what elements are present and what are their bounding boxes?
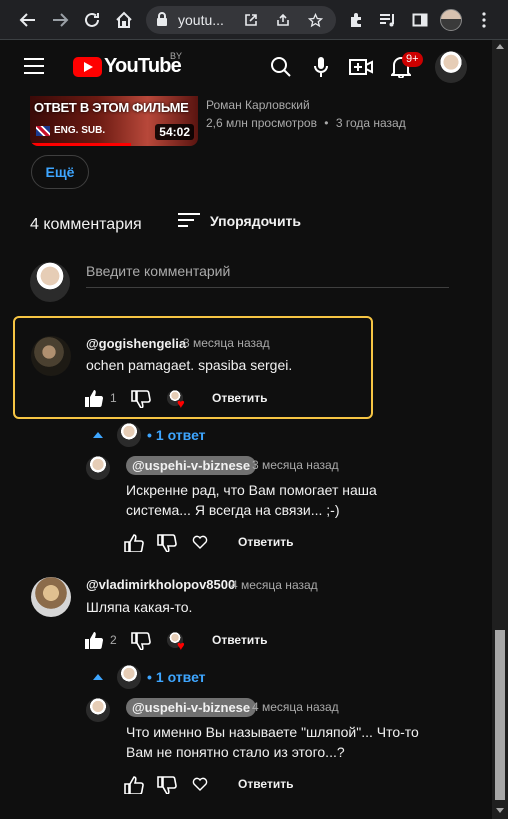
thumbnail-title: ОТВЕТ В ЭТОМ ФИЛЬМЕ [34,100,189,115]
show-more-button[interactable]: Ещё [31,155,89,189]
heart-outline-icon[interactable] [191,533,209,551]
video-channel-name[interactable]: Роман Карловский [206,98,310,112]
video-meta: 2,6 млн просмотров • 3 года назад [206,116,406,130]
comment-time[interactable]: 4 месяца назад [231,578,318,592]
commenter-avatar[interactable] [31,336,71,376]
reply-text-line-1: Искренне рад, что Вам помогает наша [126,482,377,498]
thumbnail-subtitle: ENG. SUB. [54,125,106,136]
comment-author[interactable]: @gogishengelia [86,336,186,351]
side-panel-icon[interactable] [408,8,432,32]
hamburger-menu-icon[interactable] [24,58,44,74]
replies-count: 1 ответ [155,669,206,685]
create-video-icon[interactable] [348,54,374,80]
share-icon[interactable] [274,11,292,29]
star-icon[interactable] [306,11,324,29]
like-outline-icon[interactable] [124,775,144,795]
youtube-logo[interactable]: YouTube BY [73,51,182,78]
watch-progress-bar [30,143,131,146]
microphone-icon[interactable] [308,54,334,80]
comment-time[interactable]: 3 месяца назад [183,336,270,350]
reply-time[interactable]: 3 месяца назад [252,458,339,472]
comments-count: 4 комментария [30,216,142,233]
video-views: 2,6 млн просмотров [206,116,317,130]
scroll-down-arrow[interactable] [496,808,504,813]
like-count: 1 [110,391,117,405]
like-button-icon[interactable] [84,630,104,650]
heart-outline-icon[interactable] [191,775,209,793]
account-avatar[interactable] [435,51,467,83]
page-scrollbar[interactable] [492,40,508,819]
kebab-menu-icon[interactable] [472,8,496,32]
like-button-icon[interactable] [84,388,104,408]
notifications-badge: 9+ [402,52,423,67]
reply-button[interactable]: Ответить [238,777,293,791]
reply-button[interactable]: Ответить [238,535,293,549]
like-count: 2 [110,633,117,647]
reply-button[interactable]: Ответить [212,633,267,647]
chevron-up-icon [93,432,103,438]
scroll-up-arrow[interactable] [496,44,504,49]
video-duration: 54:02 [155,124,194,140]
heart-icon: ♥ [177,638,185,653]
video-age: 3 года назад [335,116,406,130]
chevron-up-icon [93,674,103,680]
comment-input[interactable]: Введите комментарий [86,262,449,288]
extensions-icon[interactable] [344,8,368,32]
reply-avatar[interactable] [86,698,110,722]
address-text: youtu... [178,12,224,28]
replies-toggle[interactable]: • 1 ответ [93,423,206,447]
replier-avatar [117,423,141,447]
reply-author-chip[interactable]: @uspehi-v-biznese [126,698,257,717]
video-thumbnail[interactable]: ОТВЕТ В ЭТОМ ФИЛЬМЕ ENG. SUB. 54:02 [30,96,198,146]
address-bar[interactable]: youtu... [146,6,336,34]
scrollbar-thumb[interactable] [495,630,505,800]
youtube-header: YouTube BY 9+ [0,40,492,96]
reply-time[interactable]: 4 месяца назад [252,700,339,714]
reply-text-line-2: система... Я всегда на связи... ;-) [126,502,340,518]
reply-text-line-2: Вам не понятно стало из этого...? [126,744,345,760]
heart-icon: ♥ [177,396,185,411]
reply-button[interactable]: Ответить [212,391,267,405]
youtube-play-icon [73,56,102,77]
like-outline-icon[interactable] [124,533,144,553]
reading-list-icon[interactable] [376,8,400,32]
reload-icon[interactable] [80,8,104,32]
open-external-icon[interactable] [242,11,260,29]
sort-button[interactable]: Упорядочить [178,213,301,229]
dislike-button-icon[interactable] [157,533,177,553]
search-icon[interactable] [268,54,294,80]
comment-author[interactable]: @vladimirkholopov8500 [86,577,235,592]
replier-avatar [117,665,141,689]
sort-icon [178,213,200,229]
uk-flag-icon [36,126,50,136]
reply-text-line-1: Что именно Вы называете "шляпой"... Что-… [126,724,419,740]
commenter-avatar[interactable] [31,577,71,617]
replies-toggle[interactable]: • 1 ответ [93,665,206,689]
user-avatar [30,262,70,302]
comment-text: Шляпа какая-то. [86,599,193,615]
country-code: BY [170,51,183,61]
home-icon[interactable] [112,8,136,32]
profile-avatar[interactable] [440,9,462,31]
replies-count: 1 ответ [155,427,206,443]
dislike-button-icon[interactable] [131,631,151,651]
reply-avatar[interactable] [86,456,110,480]
dislike-button-icon[interactable] [157,775,177,795]
browser-toolbar: youtu... [0,0,508,40]
reply-author-chip[interactable]: @uspehi-v-biznese [126,456,257,475]
comment-text: ochen pamagaet. spasiba sergei. [86,357,293,373]
forward-icon[interactable] [48,8,72,32]
back-icon[interactable] [16,8,40,32]
sort-label: Упорядочить [210,213,302,229]
dislike-button-icon[interactable] [131,389,151,409]
lock-icon[interactable] [156,12,168,31]
